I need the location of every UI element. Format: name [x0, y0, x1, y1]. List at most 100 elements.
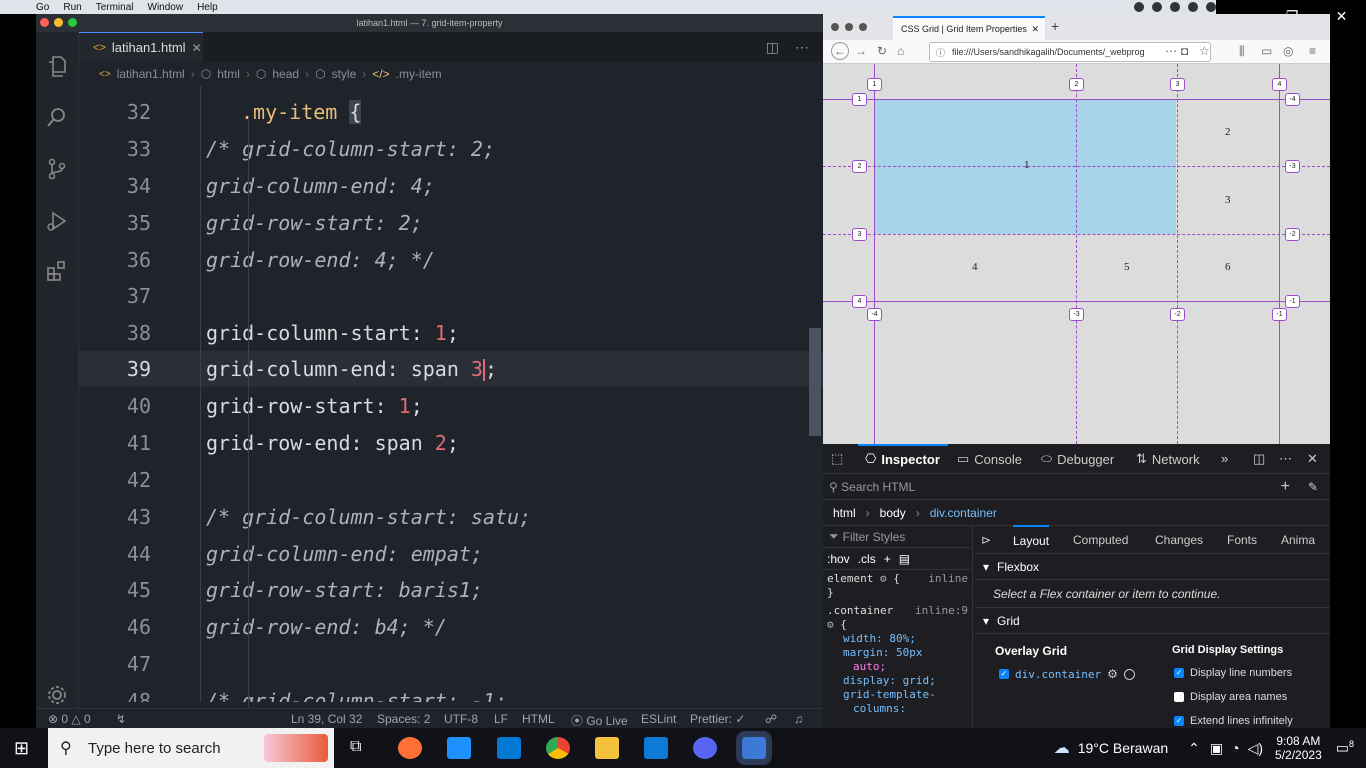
menu-go[interactable]: Go — [36, 2, 49, 13]
flexbox-section-header[interactable]: ▾ Flexbox — [975, 554, 1330, 580]
add-rule-icon[interactable]: + — [884, 552, 891, 566]
clock[interactable]: 9:08 AM 5/2/2023 — [1275, 734, 1322, 762]
zoom-dot[interactable] — [68, 18, 77, 27]
split-editor-icon[interactable]: ◫ — [766, 39, 779, 56]
menu-help[interactable]: Help — [197, 2, 218, 13]
screen-recorder-icon[interactable] — [736, 731, 772, 765]
run-debug-icon[interactable] — [46, 210, 68, 232]
more-actions-icon[interactable]: ⋯ — [795, 39, 809, 56]
declaration[interactable]: width: 80%; — [827, 632, 968, 646]
search-html-input[interactable]: Search HTML — [841, 480, 915, 494]
crumb-file[interactable]: latihan1.html — [117, 67, 185, 81]
crumb-html[interactable]: html — [217, 67, 240, 81]
store-icon[interactable] — [447, 737, 471, 759]
element-picker-icon[interactable]: ⬚ — [831, 451, 843, 467]
tab-network[interactable]: ⇅ Network — [1136, 451, 1200, 467]
close-dot[interactable] — [831, 23, 839, 31]
close-icon[interactable]: ✕ — [1336, 8, 1348, 25]
indentation[interactable]: Spaces: 2 — [377, 712, 430, 726]
toggle-sidebar-icon[interactable]: ⊳ — [981, 533, 991, 547]
declaration[interactable]: auto; — [827, 660, 968, 674]
grid-section-header[interactable]: ▾ Grid — [975, 608, 1330, 634]
filter-styles-input[interactable]: Filter Styles — [843, 530, 906, 544]
cursor-position[interactable]: Ln 39, Col 32 — [291, 712, 362, 726]
menu-icon[interactable]: ≡ — [1309, 44, 1316, 58]
task-view-icon[interactable]: ⧉ — [350, 738, 361, 756]
overlay-checkbox[interactable]: ✓ — [999, 669, 1009, 679]
golive-button[interactable]: ⦿ Go Live — [571, 712, 628, 729]
gear-icon[interactable]: ⚙ — [880, 572, 887, 585]
volume-icon[interactable]: ◁) — [1248, 740, 1263, 757]
hov-toggle[interactable]: :hov — [827, 552, 850, 566]
explorer-icon[interactable] — [46, 56, 68, 78]
crumb-style[interactable]: style — [332, 67, 357, 81]
devtools-close-icon[interactable]: ✕ — [1307, 451, 1318, 467]
zoom-dot[interactable] — [859, 23, 867, 31]
tab-inspector[interactable]: ⎔ Inspector — [865, 451, 940, 467]
gear-icon[interactable]: ⚙ — [827, 618, 834, 631]
close-dot[interactable] — [40, 18, 49, 27]
area-names-checkbox[interactable] — [1174, 692, 1184, 702]
back-icon[interactable]: ← — [831, 42, 849, 60]
more-tabs-icon[interactable]: » — [1221, 451, 1228, 466]
tab-fonts[interactable]: Fonts — [1227, 533, 1257, 547]
minimize-dot[interactable] — [54, 18, 63, 27]
notification-center-icon[interactable]: ▭8 — [1336, 739, 1354, 757]
weather-cloud-icon[interactable]: ☁ — [1054, 738, 1070, 758]
feedback-icon[interactable]: ☍ — [765, 712, 777, 726]
mail-icon[interactable] — [497, 737, 521, 759]
settings-gear-icon[interactable] — [46, 684, 68, 706]
eyedropper-icon[interactable]: ✎ — [1308, 480, 1318, 494]
weather-text[interactable]: 19°C Berawan — [1078, 740, 1168, 756]
crumb-selector[interactable]: .my-item — [396, 67, 442, 81]
crumb-container[interactable]: div.container — [930, 506, 997, 520]
source-control-icon[interactable] — [46, 158, 68, 180]
code-editor[interactable]: 32 .my-item { 33/* grid-column-start: 2; … — [79, 86, 823, 702]
forward-icon[interactable]: → — [855, 44, 867, 58]
menu-window[interactable]: Window — [148, 2, 184, 13]
tab-layout[interactable]: Layout — [1013, 525, 1050, 548]
print-simulation-icon[interactable]: ▤ — [899, 552, 910, 566]
editor-scrollbar[interactable] — [809, 328, 821, 436]
crumb-body[interactable]: body — [880, 506, 906, 520]
extend-lines-checkbox[interactable]: ✓ — [1174, 716, 1184, 726]
tab-debugger[interactable]: ⬭ Debugger — [1041, 451, 1114, 467]
show-hidden-icons-icon[interactable]: ⌃ — [1188, 740, 1200, 757]
extensions-icon[interactable] — [46, 260, 68, 282]
crumb-head[interactable]: head — [272, 67, 299, 81]
problems-indicator[interactable]: ⊗ 0 △ 0 — [48, 712, 91, 726]
encoding[interactable]: UTF-8 — [444, 712, 478, 726]
windows-start-icon[interactable]: ⊞ — [14, 738, 29, 759]
taskbar-search[interactable]: ⚲ Type here to search — [48, 728, 334, 768]
account-icon[interactable]: ◎ — [1283, 44, 1293, 58]
declaration[interactable]: grid-template- — [827, 688, 968, 702]
tab-close-icon[interactable]: ✕ — [192, 41, 202, 55]
library-icon[interactable]: ⫼ — [1239, 44, 1245, 59]
menu-terminal[interactable]: Terminal — [96, 2, 134, 13]
declaration[interactable]: columns: — [827, 702, 968, 716]
eol[interactable]: LF — [494, 712, 508, 726]
prettier-status[interactable]: Prettier: ✓ — [690, 712, 745, 726]
eslint-status[interactable]: ESLint — [641, 712, 676, 726]
dock-icon[interactable]: ◫ — [1253, 451, 1265, 467]
language-mode[interactable]: HTML — [522, 712, 555, 726]
browser-tab[interactable]: CSS Grid | Grid Item Properties ✕ — [893, 16, 1045, 40]
grid-color-swatch[interactable] — [1123, 668, 1135, 680]
page-actions-icon[interactable]: ⋯ — [1163, 44, 1179, 58]
battery-icon[interactable]: ▣ — [1210, 740, 1223, 757]
tab-console[interactable]: ▭ Console — [957, 451, 1022, 467]
firefox-icon[interactable] — [398, 737, 422, 759]
home-icon[interactable]: ⌂ — [897, 44, 904, 58]
pocket-icon[interactable]: ◘ — [1181, 44, 1189, 58]
sidebar-icon[interactable]: ▭ — [1261, 44, 1272, 58]
wifi-icon[interactable]: ◔ — [1231, 740, 1239, 756]
reload-icon[interactable]: ↻ — [877, 44, 887, 58]
new-tab-icon[interactable]: + — [1051, 18, 1059, 34]
tab-computed[interactable]: Computed — [1073, 533, 1128, 547]
rule-source[interactable]: inline:9 — [915, 604, 968, 618]
declaration[interactable]: margin: 50px — [827, 646, 968, 660]
declaration[interactable]: display: grid; — [827, 674, 968, 688]
crumb-html[interactable]: html — [833, 506, 856, 520]
notifications-icon[interactable]: ♫ — [794, 712, 803, 726]
minimize-dot[interactable] — [845, 23, 853, 31]
